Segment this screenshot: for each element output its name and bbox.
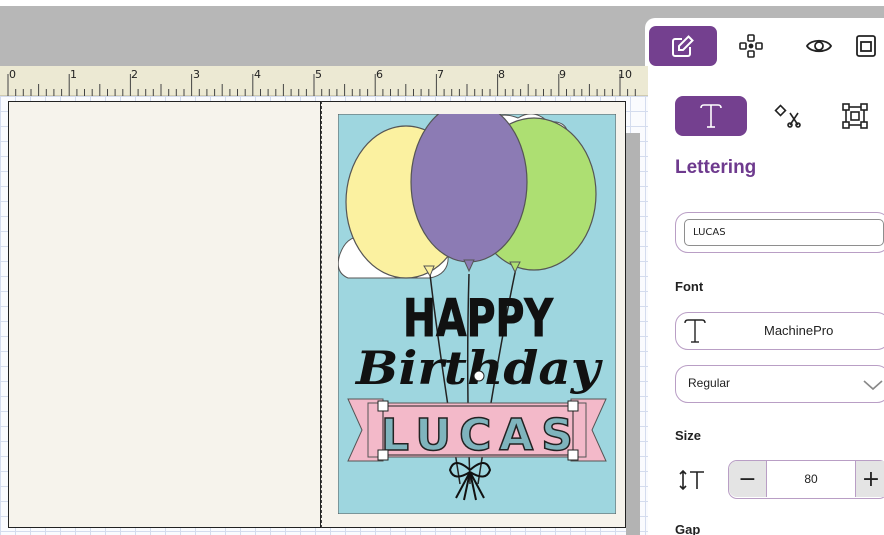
resize-handle[interactable] — [377, 449, 389, 461]
ruler-mark: 9 — [559, 68, 566, 81]
horizontal-ruler: 0 1 2 3 4 5 6 7 8 9 10 — [0, 66, 648, 96]
font-label: Font — [675, 279, 704, 294]
size-increase-button[interactable]: + — [855, 461, 884, 497]
plus-icon: + — [861, 466, 881, 492]
font-name: MachinePro — [764, 323, 834, 338]
layers-icon — [856, 35, 876, 57]
layers-tool-button[interactable] — [853, 26, 884, 66]
lettering-text-input[interactable]: LUCAS — [684, 219, 884, 246]
purple-balloon — [410, 114, 528, 263]
panel-title: Lettering — [675, 157, 757, 178]
preview-tool-button[interactable] — [785, 26, 853, 66]
font-icon — [684, 319, 706, 343]
chevron-down-icon — [863, 380, 883, 391]
eye-icon — [805, 39, 833, 53]
size-icon — [679, 469, 704, 491]
properties-panel: Lettering LUCAS Font MachinePro Regular … — [648, 66, 884, 535]
ruler-mark: 0 — [9, 68, 16, 81]
tab-text[interactable] — [675, 96, 747, 136]
resize-handle[interactable] — [377, 400, 389, 412]
arrange-icon — [739, 34, 763, 58]
birthday-text: Birthday — [354, 341, 604, 395]
card-inside-panel[interactable] — [8, 101, 321, 528]
weld-tab-icon — [774, 104, 801, 128]
top-toolbar — [645, 18, 884, 72]
tab-weld[interactable] — [758, 96, 818, 136]
minus-icon: − — [738, 466, 757, 492]
ruler-mark: 7 — [437, 68, 444, 81]
ruler-mark: 4 — [254, 68, 261, 81]
font-style-dropdown[interactable]: Regular — [675, 365, 884, 403]
size-label: Size — [675, 428, 702, 443]
ruler-mark: 3 — [193, 68, 200, 81]
transform-tab-icon — [842, 103, 868, 129]
ruler-mark: 8 — [498, 68, 505, 81]
ruler-ticks — [7, 74, 636, 96]
card-design[interactable]: HAPPY Birthday LUCAS — [338, 114, 616, 514]
rotate-handle[interactable] — [473, 370, 485, 382]
ruler-mark: 10 — [618, 68, 632, 81]
size-stepper: − 80 + — [728, 460, 884, 499]
top-bar — [0, 0, 884, 72]
arrange-tool-button[interactable] — [717, 26, 785, 66]
ruler-mark: 1 — [70, 68, 77, 81]
text-field-container: LUCAS — [675, 212, 884, 253]
size-value-input[interactable]: 80 — [767, 461, 855, 497]
gap-label: Gap — [675, 522, 701, 535]
ruler-mark: 5 — [315, 68, 322, 81]
tab-transform[interactable] — [826, 96, 884, 136]
ruler-mark: 6 — [376, 68, 383, 81]
resize-handle[interactable] — [567, 400, 579, 412]
edit-tool-button[interactable] — [649, 26, 717, 66]
font-style-value: Regular — [688, 376, 731, 390]
size-decrease-button[interactable]: − — [729, 461, 767, 497]
ruler-mark: 2 — [131, 68, 138, 81]
font-selector[interactable]: MachinePro — [675, 312, 884, 350]
edit-icon — [672, 35, 694, 57]
happy-text: HAPPY — [403, 289, 554, 349]
card-shadow — [626, 133, 640, 535]
resize-handle[interactable] — [567, 449, 579, 461]
text-tab-icon — [700, 104, 722, 128]
